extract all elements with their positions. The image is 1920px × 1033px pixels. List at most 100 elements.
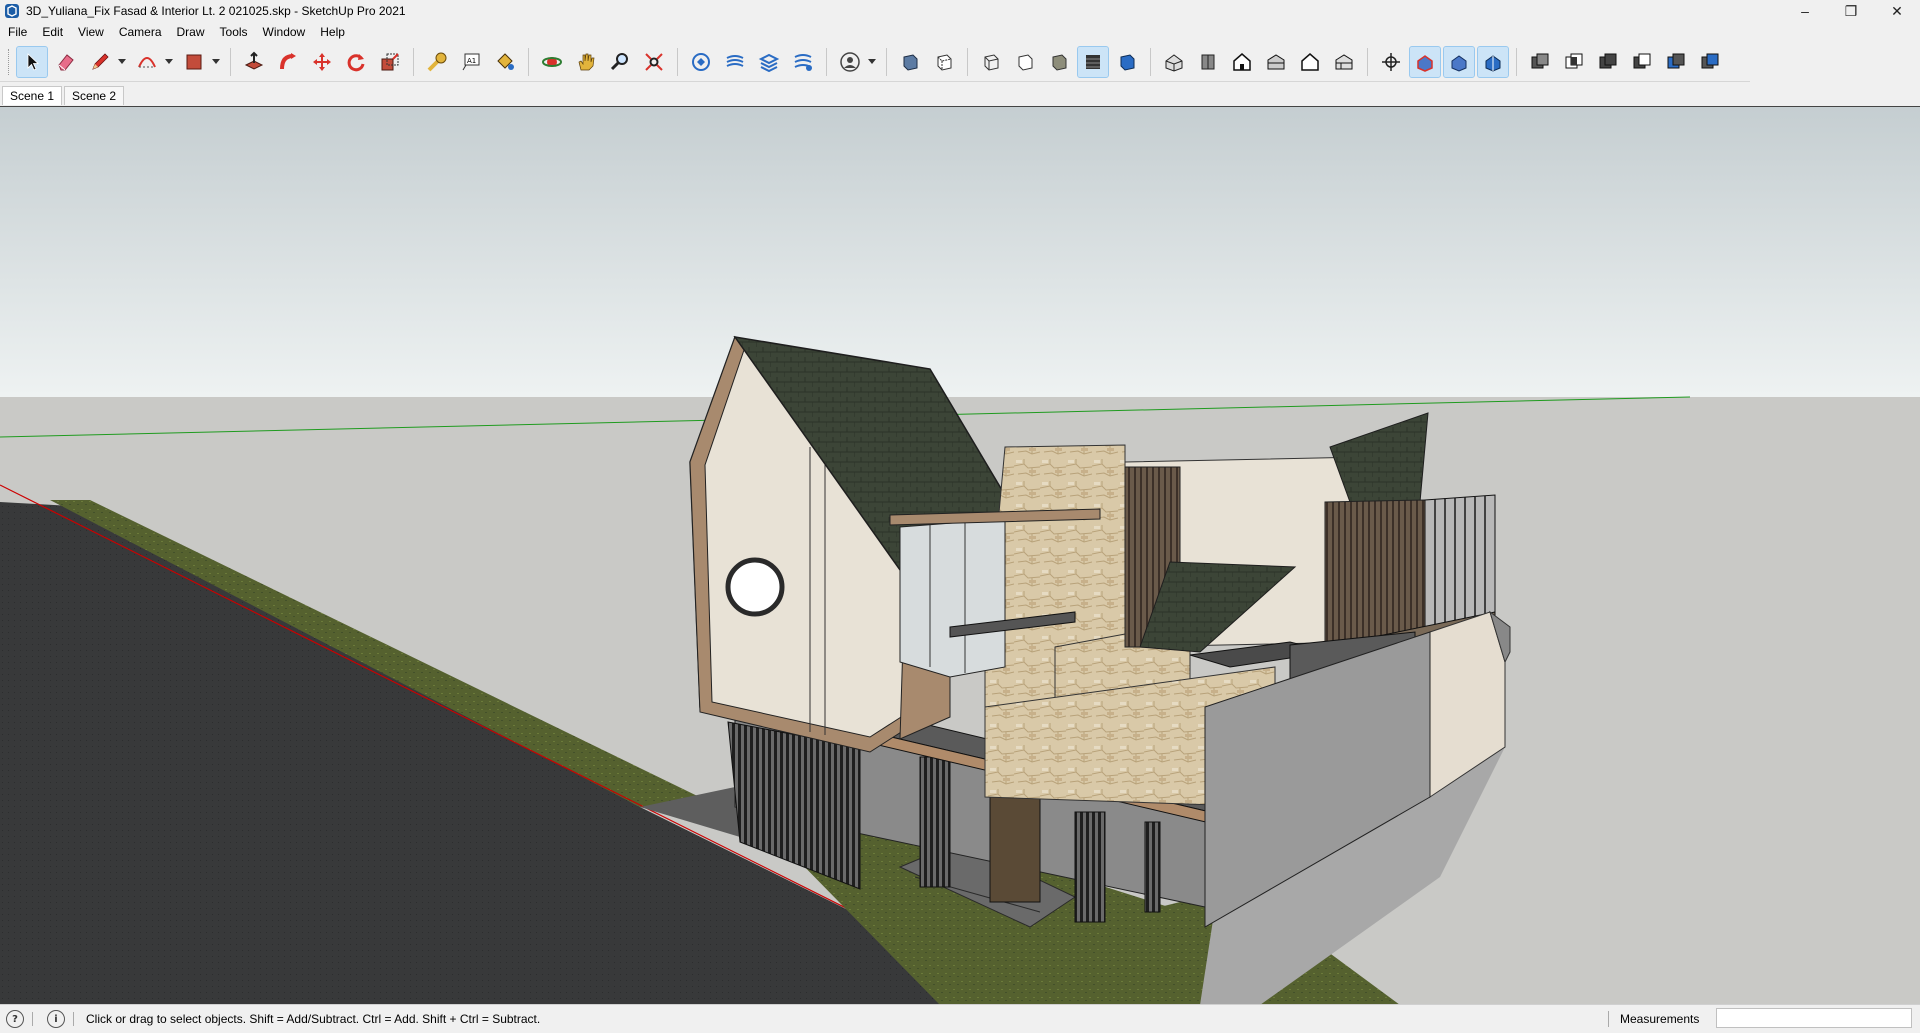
extension-warehouse-button[interactable] bbox=[720, 47, 750, 77]
top-view-icon bbox=[1201, 54, 1215, 70]
3d-warehouse-button[interactable] bbox=[686, 47, 716, 77]
chevron-down-icon bbox=[212, 59, 220, 64]
union-icon bbox=[1599, 53, 1617, 69]
display-section-planes-icon bbox=[1417, 55, 1433, 72]
round-window bbox=[725, 557, 785, 617]
zoom-extents-tool-button[interactable] bbox=[639, 47, 669, 77]
iso-view-button[interactable] bbox=[1159, 47, 1189, 77]
orbit-tool-button[interactable] bbox=[537, 47, 567, 77]
tape-measure-tool-button[interactable] bbox=[422, 47, 452, 77]
scene-tab-2[interactable]: Scene 2 bbox=[64, 86, 125, 105]
scene-tab-1[interactable]: Scene 1 bbox=[2, 86, 63, 105]
select-tool-button[interactable] bbox=[16, 46, 48, 78]
arc-icon bbox=[138, 57, 156, 68]
front-view-icon bbox=[1233, 53, 1251, 71]
3d-model-scene[interactable] bbox=[0, 107, 1920, 1005]
right-view-button[interactable] bbox=[1261, 47, 1291, 77]
display-section-cuts-button[interactable] bbox=[1443, 46, 1475, 78]
move-tool-button[interactable] bbox=[307, 47, 337, 77]
eraser-tool-button[interactable] bbox=[51, 47, 81, 77]
chevron-down-icon bbox=[868, 59, 876, 64]
shaded-textures-style-button[interactable] bbox=[1077, 46, 1109, 78]
close-button[interactable]: ✕ bbox=[1874, 0, 1920, 22]
back-edges-icon bbox=[937, 54, 952, 71]
measurements-label: Measurements bbox=[1620, 1012, 1700, 1026]
back-view-button[interactable] bbox=[1295, 47, 1325, 77]
menu-draw[interactable]: Draw bbox=[169, 25, 212, 39]
profile-button[interactable] bbox=[835, 47, 865, 77]
menu-view[interactable]: View bbox=[70, 25, 111, 39]
follow-me-tool-button[interactable] bbox=[273, 47, 303, 77]
rectangle-tool-button[interactable] bbox=[179, 47, 209, 77]
section-plane-icon bbox=[1382, 53, 1400, 71]
paint-bucket-tool-button[interactable] bbox=[490, 47, 520, 77]
menu-camera[interactable]: Camera bbox=[111, 25, 169, 39]
top-view-button[interactable] bbox=[1193, 47, 1223, 77]
drawing-viewport[interactable] bbox=[0, 106, 1920, 1005]
text-tool-button[interactable]: A1 bbox=[456, 47, 486, 77]
trim-button[interactable] bbox=[1661, 47, 1691, 77]
split-button[interactable] bbox=[1695, 47, 1725, 77]
pan-tool-button[interactable] bbox=[571, 47, 601, 77]
split-icon bbox=[1701, 53, 1719, 69]
shaded-textures-icon bbox=[1086, 55, 1100, 69]
left-view-icon bbox=[1335, 54, 1353, 70]
intersect-button[interactable] bbox=[1559, 47, 1589, 77]
back-edges-style-button[interactable] bbox=[929, 47, 959, 77]
toolbar-grip[interactable] bbox=[8, 49, 12, 75]
rotate-icon bbox=[347, 54, 365, 72]
menu-file[interactable]: File bbox=[0, 25, 34, 39]
profile-dropdown[interactable] bbox=[867, 47, 877, 77]
back-view-icon bbox=[1301, 53, 1319, 71]
display-section-cuts-icon bbox=[1451, 55, 1467, 72]
rectangle-dropdown[interactable] bbox=[211, 47, 221, 77]
monochrome-style-button[interactable] bbox=[1112, 47, 1142, 77]
menu-tools[interactable]: Tools bbox=[212, 25, 255, 39]
right-view-icon bbox=[1267, 54, 1285, 70]
hidden-line-style-button[interactable] bbox=[1010, 47, 1040, 77]
scale-icon bbox=[381, 53, 399, 71]
menu-help[interactable]: Help bbox=[312, 25, 352, 39]
push-pull-icon bbox=[244, 51, 264, 70]
fence-gate-far bbox=[1144, 821, 1161, 913]
left-view-button[interactable] bbox=[1329, 47, 1359, 77]
front-view-button[interactable] bbox=[1227, 47, 1257, 77]
extension-manager-button[interactable] bbox=[788, 47, 818, 77]
measurements-input[interactable] bbox=[1716, 1008, 1912, 1028]
arc-tool-button[interactable] bbox=[132, 47, 162, 77]
pencil-dropdown[interactable] bbox=[117, 47, 127, 77]
section-plane-button[interactable] bbox=[1376, 47, 1406, 77]
send-to-layout-button[interactable] bbox=[754, 47, 784, 77]
union-button[interactable] bbox=[1593, 47, 1623, 77]
arc-dropdown[interactable] bbox=[164, 47, 174, 77]
display-section-fill-icon bbox=[1485, 55, 1501, 72]
display-section-planes-button[interactable] bbox=[1409, 46, 1441, 78]
geo-location-icon[interactable]: ? bbox=[6, 1010, 24, 1028]
push-pull-tool-button[interactable] bbox=[239, 47, 269, 77]
tape-measure-icon bbox=[427, 52, 447, 72]
shaded-style-button[interactable] bbox=[1044, 47, 1074, 77]
paint-bucket-icon bbox=[497, 53, 514, 70]
wireframe-style-button[interactable] bbox=[976, 47, 1006, 77]
subtract-button[interactable] bbox=[1627, 47, 1657, 77]
outer-shell-button[interactable] bbox=[1525, 47, 1555, 77]
menu-edit[interactable]: Edit bbox=[34, 25, 70, 39]
xray-style-button[interactable] bbox=[895, 47, 925, 77]
layout-icon bbox=[758, 53, 780, 73]
minimize-button[interactable]: – bbox=[1782, 0, 1828, 22]
menu-window[interactable]: Window bbox=[255, 25, 313, 39]
svg-text:A1: A1 bbox=[467, 57, 476, 65]
eraser-icon bbox=[58, 54, 74, 71]
maximize-button[interactable]: ❐ bbox=[1828, 0, 1874, 22]
rotate-tool-button[interactable] bbox=[341, 47, 371, 77]
status-help-text: Click or drag to select objects. Shift =… bbox=[86, 1012, 541, 1026]
pencil-tool-button[interactable] bbox=[85, 47, 115, 77]
sky bbox=[0, 107, 1920, 397]
info-icon[interactable]: i bbox=[47, 1010, 65, 1028]
zoom-tool-button[interactable] bbox=[605, 47, 635, 77]
menu-bar: File Edit View Camera Draw Tools Window … bbox=[0, 22, 1920, 42]
scale-tool-button[interactable] bbox=[375, 47, 405, 77]
chevron-down-icon bbox=[165, 59, 173, 64]
display-section-fill-button[interactable] bbox=[1477, 46, 1509, 78]
status-bar: ? i Click or drag to select objects. Shi… bbox=[0, 1004, 1920, 1033]
